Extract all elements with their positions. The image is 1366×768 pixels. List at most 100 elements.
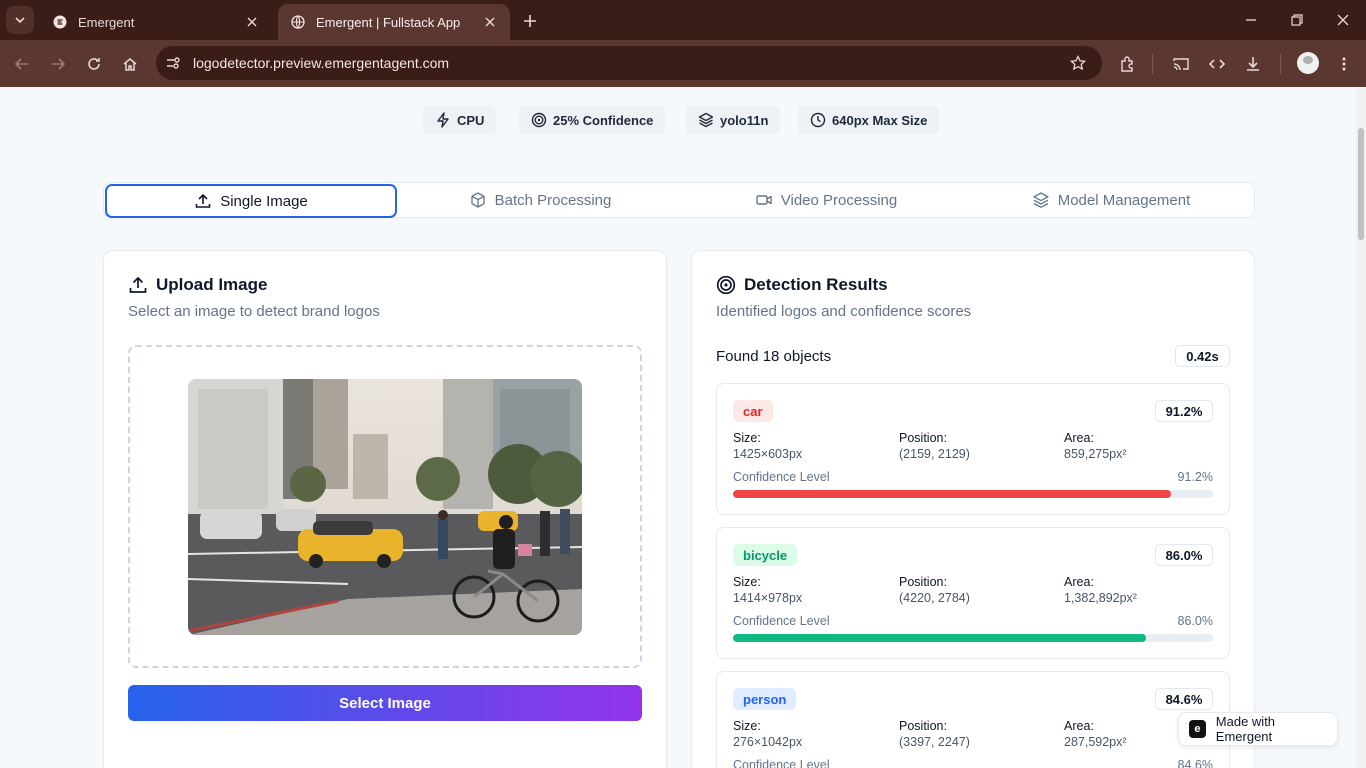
tab-label: Video Processing [780,191,898,209]
tab-label: Single Image [220,192,308,210]
close-icon [1337,14,1349,26]
detection-label-badge: bicycle [733,544,798,566]
confidence-level-value: 84.6% [1177,758,1213,768]
size-label: Size: [733,719,761,733]
detection-size: Size: 1414×978px [733,574,802,606]
area-label: Area: [1064,575,1094,589]
tab-video-processing[interactable]: Video Processing [683,184,969,216]
made-with-text: Made with Emergent [1215,714,1276,744]
reload-icon [88,58,100,70]
detection-position: Position: (2159, 2129) [899,430,970,462]
model-chip: yolo11n [686,105,781,135]
confidence-level-label: Confidence Level [733,470,830,484]
close-window-button[interactable] [1320,0,1366,40]
upload-title-text: Upload Image [156,275,268,294]
globe-icon [290,14,306,30]
area-value: 1,382,892px² [1064,591,1137,605]
area-label: Area: [1064,719,1094,733]
select-image-button[interactable]: Select Image [128,685,642,721]
browser-tab-emergent[interactable]: Emergent [40,4,272,40]
size-value: 1425×603px [733,447,803,461]
profile-avatar-icon[interactable] [1297,52,1319,74]
confidence-bar [733,490,1213,498]
detection-label-badge: car [733,400,773,422]
detection-confidence-badge: 91.2% [1155,400,1213,422]
emergent-favicon-icon [52,14,68,30]
url-text[interactable]: logodetector.preview.emergentagent.com [193,55,449,71]
size-value: 1414×978px [733,591,803,605]
detection-confidence-badge: 84.6% [1155,688,1213,710]
confidence-bar [733,634,1213,642]
upload-title: Upload Image [128,275,267,295]
tab-single-image[interactable]: Single Image [105,184,397,218]
extensions-icon[interactable] [1114,50,1142,78]
position-value: (3397, 2247) [899,735,970,749]
reload-button[interactable] [80,50,108,78]
minimize-window-button[interactable] [1228,0,1274,40]
arrow-right-icon [52,58,66,70]
tab-title: Emergent | Fullstack App [316,14,461,30]
detection-card-person[interactable]: person 84.6% Size: 276×1042px Position: (3… [716,671,1230,768]
clock-icon [810,112,826,128]
chip-label: CPU [457,112,485,128]
made-with-emergent-badge[interactable]: e Made with Emergent [1178,712,1338,746]
browser-tab-fullstack-app[interactable]: Emergent | Fullstack App [278,4,510,40]
size-label: Size: [733,431,761,445]
box-icon [469,191,487,209]
size-value: 276×1042px [733,735,803,749]
new-tab-button[interactable] [518,9,542,33]
detection-area: Area: 287,592px² [1064,718,1127,750]
emergent-logo-icon: e [1189,720,1206,738]
toolbar-divider [1152,54,1153,74]
detection-area: Area: 1,382,892px² [1064,574,1137,606]
detection-size: Size: 1425×603px [733,430,802,462]
plus-icon [524,15,536,27]
target-icon [531,112,547,128]
back-button[interactable] [8,50,36,78]
detection-card-bicycle[interactable]: bicycle 86.0% Size: 1414×978px Position: (… [716,527,1230,659]
confidence-level-label: Confidence Level [733,758,830,768]
layers-icon [1032,191,1050,209]
detection-confidence-badge: 86.0% [1155,544,1213,566]
close-tab-icon[interactable] [482,14,498,30]
results-subtitle: Identified logos and confidence scores [716,303,972,320]
tab-model-management[interactable]: Model Management [969,184,1253,216]
tab-batch-processing[interactable]: Batch Processing [397,184,683,216]
scrollbar-thumb[interactable] [1358,128,1364,240]
tab-label: Batch Processing [494,191,612,209]
code-icon[interactable] [1203,50,1231,78]
tab-search-button[interactable] [6,6,34,34]
menu-kebab-icon[interactable] [1330,50,1358,78]
upload-icon [194,192,212,210]
chevron-down-icon [15,17,25,24]
position-value: (2159, 2129) [899,447,970,461]
area-value: 287,592px² [1064,735,1127,749]
restore-window-button[interactable] [1274,0,1320,40]
max-size-chip: 640px Max Size [798,105,940,135]
position-label: Position: [899,431,947,445]
close-tab-icon[interactable] [244,14,260,30]
download-icon[interactable] [1239,50,1267,78]
forward-button[interactable] [44,50,72,78]
arrow-left-icon [14,58,28,70]
inference-time-badge: 0.42s [1175,345,1230,367]
detection-area: Area: 859,275px² [1064,430,1127,462]
home-button[interactable] [116,50,144,78]
video-icon [755,191,773,209]
site-info-icon[interactable] [162,52,184,74]
cast-icon[interactable] [1167,50,1195,78]
position-label: Position: [899,719,947,733]
area-value: 859,275px² [1064,447,1127,461]
detection-label-badge: person [733,688,797,710]
results-title-text: Detection Results [744,275,888,294]
minimize-icon [1246,19,1256,21]
home-icon [123,58,137,71]
confidence-level-label: Confidence Level [733,614,830,628]
bookmark-star-icon[interactable] [1066,51,1090,75]
chip-label: 25% Confidence [553,112,654,128]
detection-position: Position: (4220, 2784) [899,574,970,606]
device-chip: CPU [423,105,497,135]
confidence-bar-fill [733,634,1146,642]
detection-card-car[interactable]: car 91.2% Size: 1425×603px Position: (2159… [716,383,1230,515]
found-count: Found 18 objects [716,348,832,365]
